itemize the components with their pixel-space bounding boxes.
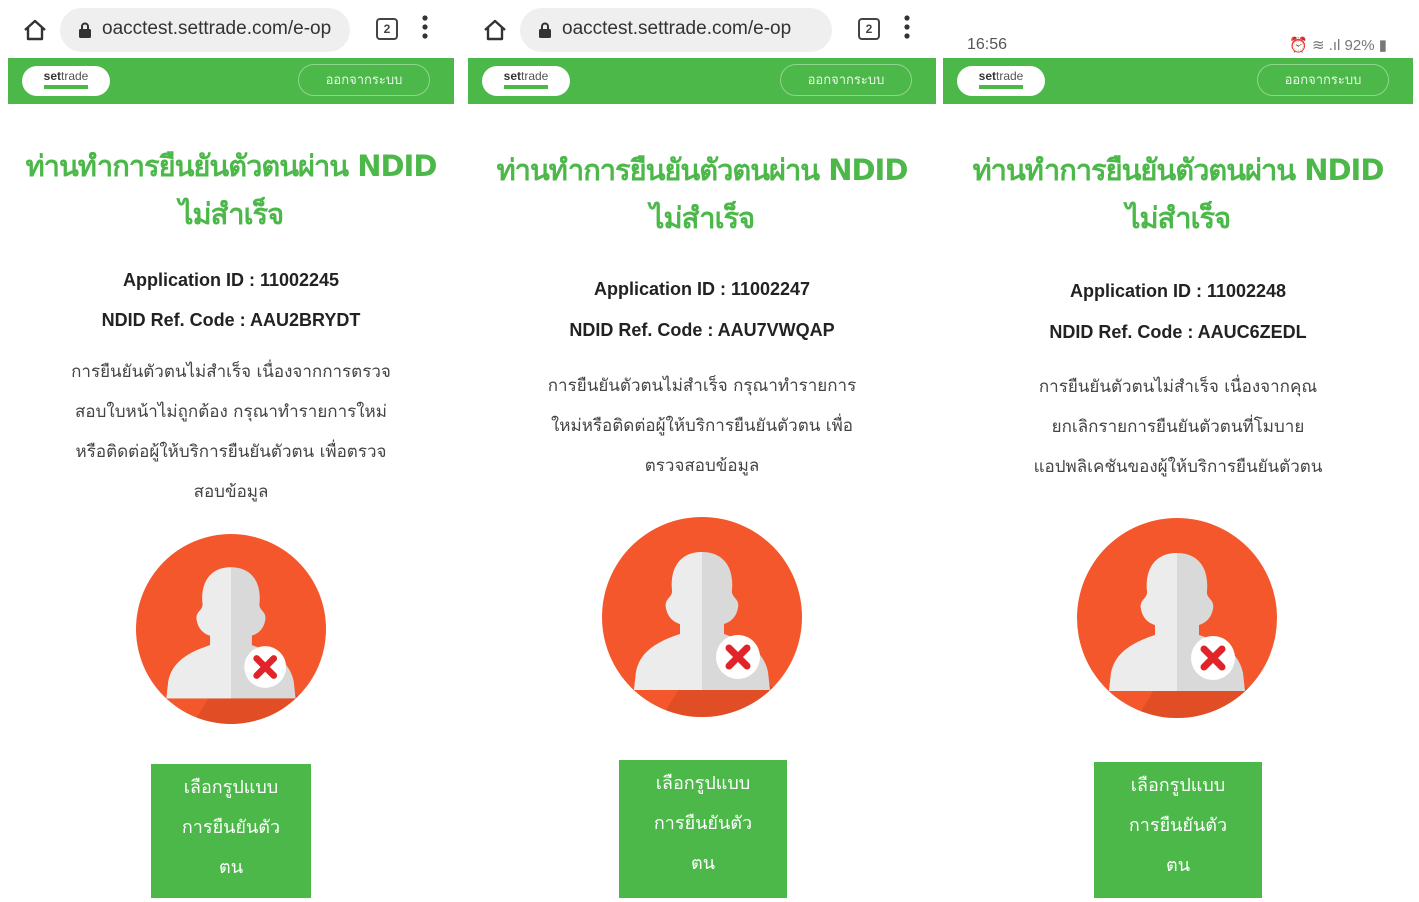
address-bar[interactable]: oacctest.settrade.com/e-op [520,8,832,52]
home-icon[interactable] [22,18,48,42]
page-title: ท่านทำการยืนยันตัวตนผ่าน NDID ไม่สำเร็จ [496,153,909,235]
error-description: การยืนยันตัวตนไม่สำเร็จ เนื่องจากคุณ ยกเ… [983,367,1373,487]
logo-bar [979,85,1023,89]
logo-text-set: set [43,69,61,83]
url-text: oacctest.settrade.com/e-op [102,18,332,39]
status-bar: 16:56 ⏰ ≋ .ıl 92% ▮ [943,0,1413,58]
button-line: การยืนยันตัว [1128,815,1228,836]
application-id: Application ID : 11002247 [593,279,811,299]
button-line: การยืนยันตัว [653,813,753,834]
logo-text-set: set [503,69,521,83]
more-menu-icon[interactable] [422,14,428,40]
description-line: ใหม่หรือติดต่อผู้ให้บริการยืนยันตัวตน เพ… [551,416,853,436]
logout-button[interactable]: ออกจากระบบ [298,64,430,96]
page-title: ท่านทำการยืนยันตัวตนผ่าน NDID ไม่สำเร็จ [25,149,438,231]
description-line: แอปพลิเคชันของผู้ให้บริการยืนยันตัวตน [1033,457,1323,477]
app-header: settrade ออกจากระบบ [8,58,454,104]
description-line: สอบใบหน้าไม่ถูกต้อง กรุณาทำรายการใหม่ [75,402,387,422]
address-bar[interactable]: oacctest.settrade.com/e-op [60,8,350,52]
settrade-logo[interactable]: settrade [482,66,570,96]
description-line: สอบข้อมูล [193,482,269,502]
phone-screen-3: 16:56 ⏰ ≋ .ıl 92% ▮ settrade ออกจากระบบ … [943,0,1413,902]
browser-toolbar: oacctest.settrade.com/e-op 2 [8,0,454,58]
settrade-logo[interactable]: settrade [957,66,1045,96]
button-line: เลือกรูปแบบ [1130,775,1226,796]
choose-verification-method-button[interactable]: เลือกรูปแบบ การยืนยันตัว ตน [1094,762,1262,898]
logo-bar [44,85,88,89]
error-description: การยืนยันตัวตนไม่สำเร็จ กรุณาทำรายการ ให… [508,366,896,486]
logo-text-trade: trade [60,69,89,83]
home-icon[interactable] [482,18,508,42]
button-line: เลือกรูปแบบ [655,773,751,794]
logo-text-trade: trade [520,69,549,83]
logout-button[interactable]: ออกจากระบบ [1257,64,1389,96]
browser-toolbar: oacctest.settrade.com/e-op 2 [468,0,936,58]
error-description: การยืนยันตัวตนไม่สำเร็จ เนื่องจากการตรวจ… [48,352,414,512]
description-line: ยกเลิกรายการยืนยันตัวตนที่โมบาย [1051,417,1305,437]
lock-icon [79,22,91,38]
lock-icon [539,22,551,38]
logo-text-trade: trade [995,69,1024,83]
user-error-icon [136,534,326,724]
phone-screen-2: oacctest.settrade.com/e-op 2 settrade ออ… [468,0,936,902]
tabs-count-icon[interactable]: 2 [858,18,880,40]
choose-verification-method-button[interactable]: เลือกรูปแบบ การยืนยันตัว ตน [619,760,787,898]
choose-verification-method-button[interactable]: เลือกรูปแบบ การยืนยันตัว ตน [151,764,311,898]
status-icons: ⏰ ≋ .ıl 92% ▮ [1289,37,1387,54]
user-error-icon [602,517,802,717]
description-line: ตรวจสอบข้อมูล [644,456,760,476]
logout-button[interactable]: ออกจากระบบ [780,64,912,96]
app-header: settrade ออกจากระบบ [943,58,1413,104]
url-text: oacctest.settrade.com/e-op [562,18,792,39]
tabs-count-icon[interactable]: 2 [376,18,398,40]
more-menu-icon[interactable] [904,14,910,40]
ndid-ref-code: NDID Ref. Code : AAU7VWQAP [569,320,835,340]
button-line: การยืนยันตัว [181,817,281,838]
button-line: ตน [1166,855,1190,876]
app-header: settrade ออกจากระบบ [468,58,936,104]
description-line: การยืนยันตัวตนไม่สำเร็จ เนื่องจากคุณ [1038,377,1318,397]
ndid-ref-code: NDID Ref. Code : AAU2BRYDT [101,310,361,330]
button-line: ตน [219,857,243,878]
description-line: หรือติดต่อผู้ให้บริการยืนยันตัวตน เพื่อต… [75,442,387,462]
logo-text-set: set [978,69,996,83]
description-line: การยืนยันตัวตนไม่สำเร็จ กรุณาทำรายการ [547,376,857,396]
button-line: เลือกรูปแบบ [183,777,279,798]
user-error-icon [1077,518,1277,718]
phone-screen-1: oacctest.settrade.com/e-op 2 settrade ออ… [8,0,454,902]
description-line: การยืนยันตัวตนไม่สำเร็จ เนื่องจากการตรวจ [71,362,391,382]
ndid-ref-code: NDID Ref. Code : AAUC6ZEDL [1049,322,1307,342]
application-id: Application ID : 11002248 [1069,281,1287,301]
status-time: 16:56 [967,36,1008,53]
button-line: ตน [691,853,715,874]
settrade-logo[interactable]: settrade [22,66,110,96]
logo-bar [504,85,548,89]
page-title: ท่านทำการยืนยันตัวตนผ่าน NDID ไม่สำเร็จ [972,153,1385,235]
application-id: Application ID : 11002245 [122,270,340,290]
